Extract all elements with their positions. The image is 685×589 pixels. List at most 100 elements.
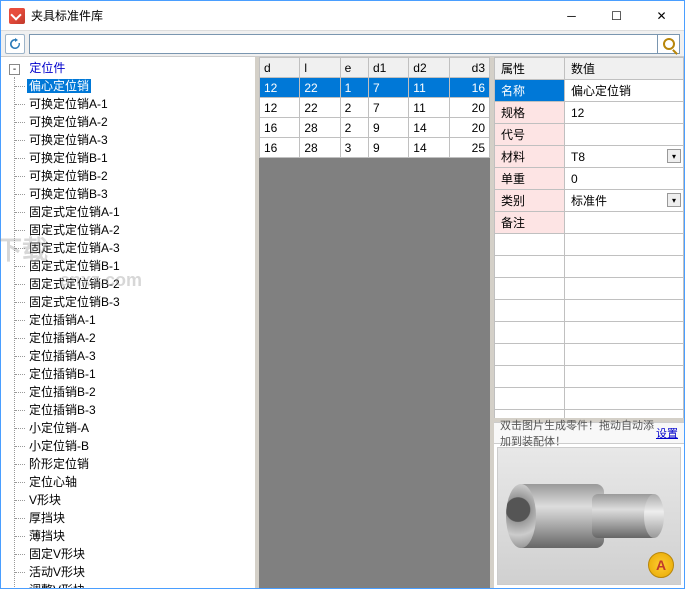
tree-item[interactable]: 定位心轴 xyxy=(27,475,79,489)
prop-value[interactable]: T8▾ xyxy=(565,146,684,168)
tree-item[interactable]: 固定式定位销B-1 xyxy=(27,259,122,273)
prop-row[interactable]: 代号 xyxy=(495,124,684,146)
tree-item[interactable]: 固定式定位销A-3 xyxy=(27,241,122,255)
col-header[interactable]: d2 xyxy=(409,58,449,78)
hint-text: 双击图片生成零件！拖动自动添加到装配体！ xyxy=(500,417,656,449)
tree-item[interactable]: 薄挡块 xyxy=(27,529,67,543)
app-window: 夹具标准件库 ─ ☐ ✕ - 定位件 偏心定位销可换定位销A-1 可换定位销A-2… xyxy=(0,0,685,589)
maximize-button[interactable]: ☐ xyxy=(594,1,639,30)
table-row[interactable]: 1222271120 xyxy=(260,98,490,118)
prop-row-empty xyxy=(495,344,684,366)
prop-key: 规格 xyxy=(495,102,565,124)
body: - 定位件 偏心定位销可换定位销A-1 可换定位销A-2 可换定位销A-3 可换定位销… xyxy=(1,57,684,588)
settings-link[interactable]: 设置 xyxy=(656,425,678,441)
prop-value[interactable]: 12 xyxy=(565,102,684,124)
tree-item[interactable]: 阶形定位销 xyxy=(27,457,91,471)
prop-header-val: 数值 xyxy=(565,58,684,80)
prop-row-empty xyxy=(495,278,684,300)
tree-item[interactable]: 调整V形块 xyxy=(27,583,87,588)
table-row[interactable]: 1628291420 xyxy=(260,118,490,138)
prop-row[interactable]: 名称偏心定位销 xyxy=(495,80,684,102)
prop-row[interactable]: 备注 xyxy=(495,212,684,234)
col-header[interactable]: d1 xyxy=(368,58,408,78)
tree-item[interactable]: 小定位销-A xyxy=(27,421,91,435)
tree-root-label[interactable]: 定位件 xyxy=(27,61,67,75)
prop-row[interactable]: 单重0 xyxy=(495,168,684,190)
tree-item[interactable]: 固定式定位销B-3 xyxy=(27,295,122,309)
window-title: 夹具标准件库 xyxy=(31,7,549,24)
tree-item[interactable]: 可换定位销A-2 xyxy=(27,115,110,129)
property-table[interactable]: 属性 数值 名称偏心定位销规格12代号材料T8▾单重0类别标准件▾备注 xyxy=(494,57,684,418)
prop-row[interactable]: 材料T8▾ xyxy=(495,146,684,168)
right-panel: 属性 数值 名称偏心定位销规格12代号材料T8▾单重0类别标准件▾备注 双击图片… xyxy=(494,57,684,588)
tree-item[interactable]: 可换定位销B-1 xyxy=(27,151,110,165)
magnifier-icon xyxy=(663,38,675,50)
tree-item[interactable]: 小定位销-B xyxy=(27,439,91,453)
system-buttons: ─ ☐ ✕ xyxy=(549,1,684,30)
prop-value[interactable]: 标准件▾ xyxy=(565,190,684,212)
prop-value[interactable] xyxy=(565,124,684,146)
tree-item[interactable]: 定位插销A-2 xyxy=(27,331,98,345)
tree-item[interactable]: 固定式定位销A-1 xyxy=(27,205,122,219)
data-panel: dled1d2d3 122217111612222711201628291420… xyxy=(259,57,494,588)
prop-key: 备注 xyxy=(495,212,565,234)
col-header[interactable]: e xyxy=(340,58,368,78)
search-button[interactable] xyxy=(658,34,680,54)
tree-item[interactable]: 定位插销B-2 xyxy=(27,385,98,399)
prop-row-empty xyxy=(495,388,684,410)
col-header[interactable]: l xyxy=(300,58,340,78)
refresh-icon[interactable] xyxy=(5,34,25,54)
dropdown-arrow-icon[interactable]: ▾ xyxy=(667,193,681,207)
tree-item[interactable]: 偏心定位销 xyxy=(27,79,91,93)
col-header[interactable]: d3 xyxy=(449,58,489,78)
prop-key: 名称 xyxy=(495,80,565,102)
prop-row-empty xyxy=(495,300,684,322)
data-table[interactable]: dled1d2d3 122217111612222711201628291420… xyxy=(259,57,490,158)
search-input[interactable] xyxy=(29,34,658,54)
tree-item[interactable]: 可换定位销B-2 xyxy=(27,169,110,183)
prop-key: 代号 xyxy=(495,124,565,146)
prop-row-empty xyxy=(495,234,684,256)
dropdown-arrow-icon[interactable]: ▾ xyxy=(667,149,681,163)
property-panel: 属性 数值 名称偏心定位销规格12代号材料T8▾单重0类别标准件▾备注 xyxy=(494,57,684,418)
prop-key: 单重 xyxy=(495,168,565,190)
tree-item[interactable]: 可换定位销A-3 xyxy=(27,133,110,147)
preview-area: 双击图片生成零件！拖动自动添加到装配体！ 设置 A xyxy=(494,422,684,588)
tree-item[interactable]: 可换定位销B-3 xyxy=(27,187,110,201)
prop-row[interactable]: 规格12 xyxy=(495,102,684,124)
search-row xyxy=(29,34,680,54)
table-row[interactable]: 1628391425 xyxy=(260,138,490,158)
table-row[interactable]: 1222171116 xyxy=(260,78,490,98)
part-3d xyxy=(514,466,664,566)
tree-item[interactable]: 定位插销B-3 xyxy=(27,403,98,417)
tree-item[interactable]: 固定式定位销B-2 xyxy=(27,277,122,291)
tree-item[interactable]: 厚挡块 xyxy=(27,511,67,525)
prop-value[interactable]: 偏心定位销 xyxy=(565,80,684,102)
prop-row-empty xyxy=(495,256,684,278)
prop-row-empty xyxy=(495,322,684,344)
tree-item[interactable]: 定位插销A-3 xyxy=(27,349,98,363)
tree-toggle[interactable]: - xyxy=(9,64,20,75)
preview-image[interactable]: A xyxy=(497,447,681,585)
prop-row[interactable]: 类别标准件▾ xyxy=(495,190,684,212)
app-icon xyxy=(9,8,25,24)
hint-bar: 双击图片生成零件！拖动自动添加到装配体！ 设置 xyxy=(494,422,684,444)
tree-item[interactable]: 可换定位销A-1 xyxy=(27,97,110,111)
titlebar: 夹具标准件库 ─ ☐ ✕ xyxy=(1,1,684,31)
tree-item[interactable]: 定位插销A-1 xyxy=(27,313,98,327)
prop-key: 材料 xyxy=(495,146,565,168)
close-button[interactable]: ✕ xyxy=(639,1,684,30)
prop-value[interactable]: 0 xyxy=(565,168,684,190)
tree-item[interactable]: 定位插销B-1 xyxy=(27,367,98,381)
tree-item[interactable]: 固定V形块 xyxy=(27,547,87,561)
tree-panel[interactable]: - 定位件 偏心定位销可换定位销A-1 可换定位销A-2 可换定位销A-3 可换定位销… xyxy=(1,57,259,588)
prop-header-key: 属性 xyxy=(495,58,565,80)
col-header[interactable]: d xyxy=(260,58,300,78)
tree-item[interactable]: 活动V形块 xyxy=(27,565,87,579)
tree-item[interactable]: 固定式定位销A-2 xyxy=(27,223,122,237)
tree-item[interactable]: V形块 xyxy=(27,493,63,507)
prop-value[interactable] xyxy=(565,212,684,234)
prop-row-empty xyxy=(495,366,684,388)
minimize-button[interactable]: ─ xyxy=(549,1,594,30)
prop-key: 类别 xyxy=(495,190,565,212)
